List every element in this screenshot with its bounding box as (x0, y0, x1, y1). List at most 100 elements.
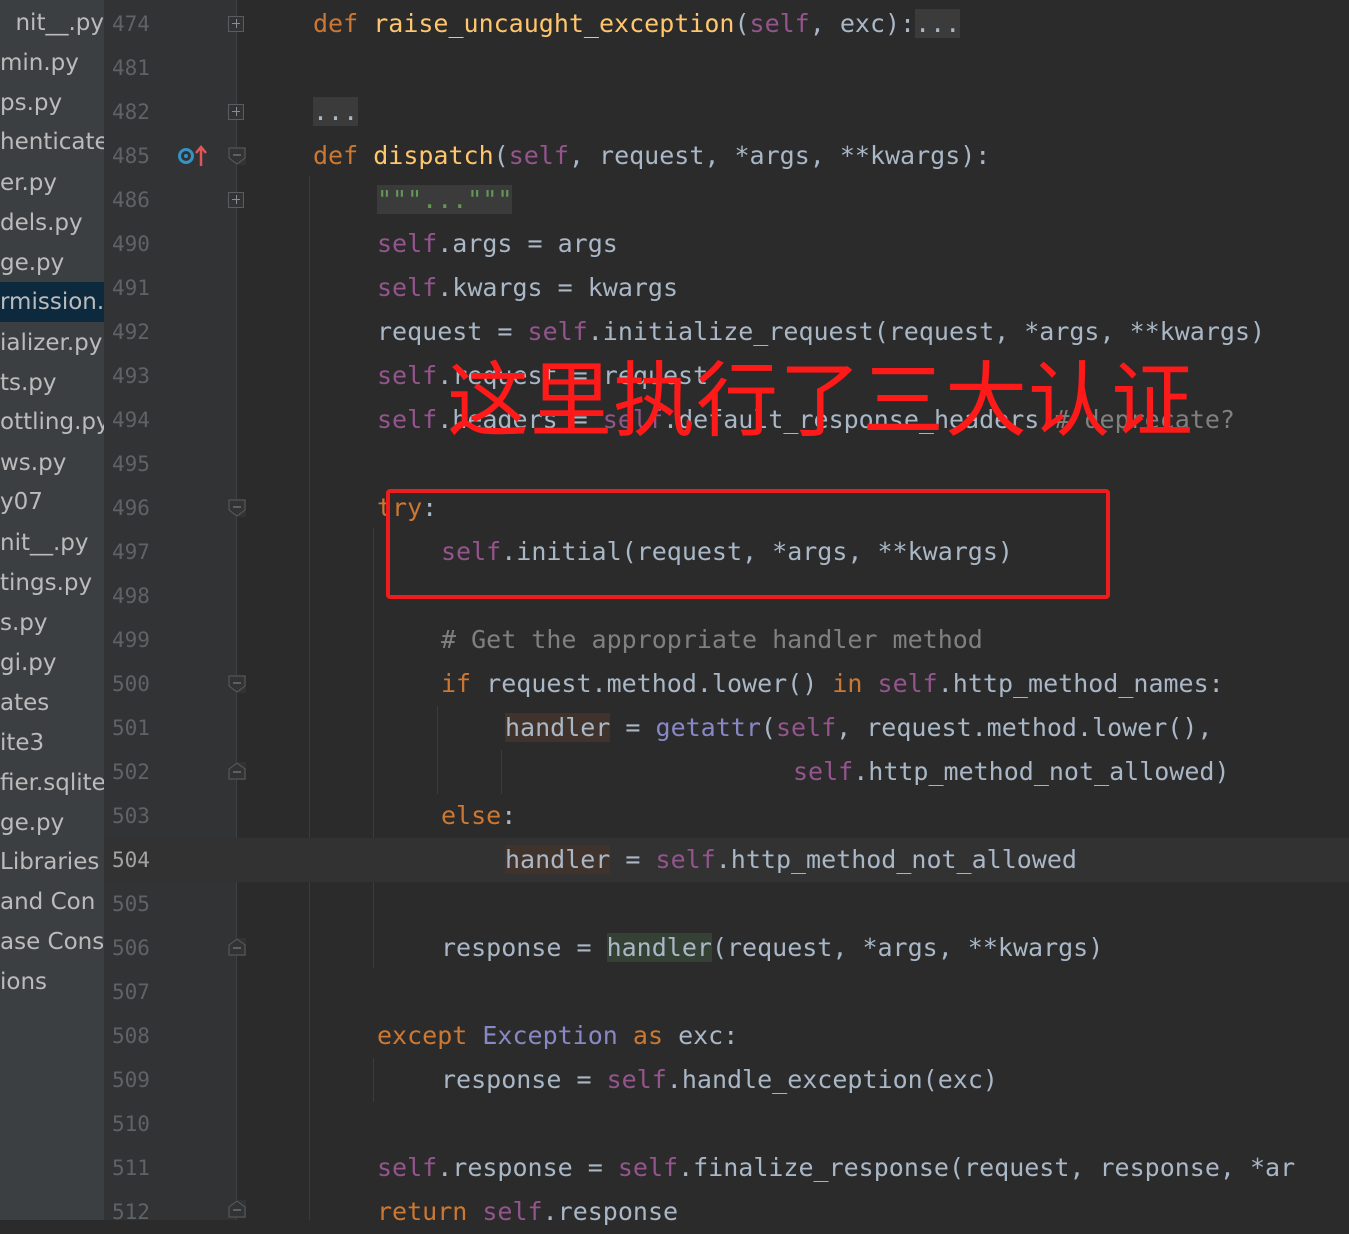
file-item[interactable]: er.py (0, 163, 104, 203)
call-highlight: handler (606, 933, 712, 962)
variable-highlight: handler (505, 845, 611, 874)
comment: # Get the appropriate handler method (441, 625, 983, 654)
file-label: ase Consc (0, 929, 104, 955)
code-line[interactable]: if request.method.lower() in self.http_m… (441, 662, 1349, 706)
file-item[interactable]: ts.py (0, 363, 104, 403)
file-label: and Con (0, 889, 96, 915)
file-item[interactable]: ottling.py (0, 402, 104, 442)
keyword: def (313, 141, 359, 170)
builtin: getattr (655, 713, 761, 742)
code-line[interactable]: return self.response (377, 1190, 1349, 1234)
file-item[interactable]: min.py (0, 43, 104, 83)
line-number: 494 (112, 408, 150, 432)
code-text: .handle_exception(exc) (666, 1065, 998, 1094)
self-ref: self (617, 1153, 679, 1182)
code-line[interactable]: response = handler(request, *args, **kwa… (441, 926, 1349, 970)
file-label: er.py (0, 170, 58, 196)
file-item[interactable]: ge.py (0, 243, 104, 283)
folded-region[interactable]: ... (915, 9, 961, 38)
file-item[interactable]: and Con (0, 882, 104, 922)
keyword: in (832, 669, 863, 698)
file-item[interactable]: ase Consc (0, 922, 104, 962)
file-item[interactable]: nit__.py (0, 3, 104, 43)
keyword: except (377, 1021, 468, 1050)
line-number: 491 (112, 276, 150, 300)
annotation-text: 这里执行了三大认证 (447, 354, 1195, 449)
file-item[interactable]: s.py (0, 603, 104, 643)
file-label: henticate (0, 129, 104, 155)
line-number: 502 (112, 760, 150, 784)
line-number: 501 (112, 716, 150, 740)
file-label: nit__.py (0, 530, 89, 556)
self-ref: self (655, 845, 716, 874)
code-line-current[interactable]: handler = self.http_method_not_allowed (237, 838, 1349, 882)
code-line[interactable]: # Get the appropriate handler method (441, 618, 1349, 662)
code-line[interactable]: self.response = self.finalize_response(r… (377, 1146, 1349, 1190)
file-label: ions (0, 969, 48, 995)
code-line[interactable]: self.http_method_not_allowed) (793, 750, 1349, 794)
code-line[interactable]: self.kwargs = kwargs (377, 266, 1349, 310)
line-number: 503 (112, 804, 150, 828)
file-item[interactable]: y07 (0, 482, 104, 522)
code-text: .finalize_response(request, response, *a… (678, 1153, 1296, 1182)
file-label: min.py (0, 50, 79, 76)
file-item[interactable]: ions (0, 962, 104, 1002)
paren: ( (493, 141, 509, 170)
file-item[interactable]: gi.py (0, 643, 104, 683)
file-item-selected[interactable]: rmission.p (0, 282, 104, 322)
code-line[interactable]: handler = getattr(self, request.method.l… (505, 706, 1349, 750)
code-line[interactable]: self.args = args (377, 222, 1349, 266)
self-ref: self (377, 405, 438, 434)
indent-guide (373, 528, 374, 968)
code-line[interactable]: def dispatch(self, request, *args, **kwa… (313, 134, 1349, 178)
folded-docstring[interactable]: """...""" (377, 185, 513, 214)
code-text: response = (441, 933, 607, 962)
line-number: 495 (112, 452, 150, 476)
code-line[interactable]: response = self.handle_exception(exc) (441, 1058, 1349, 1102)
file-item[interactable]: ite3 (0, 723, 104, 763)
code-line[interactable]: else: (441, 794, 1349, 838)
file-label: nit__.py (15, 10, 104, 36)
overrides-method-icon[interactable] (178, 144, 210, 168)
self-ref: self (793, 757, 854, 786)
self-ref: self (377, 273, 438, 302)
file-item[interactable]: tings.py (0, 563, 104, 603)
code-text: .initialize_request(request, *args, **kw… (587, 317, 1266, 346)
code-editor[interactable]: def raise_uncaught_exception(self, exc):… (237, 0, 1349, 1226)
code-text: .http_method_not_allowed (715, 845, 1077, 874)
file-item[interactable]: fier.sqlite (0, 763, 104, 803)
code-line[interactable]: def raise_uncaught_exception(self, exc):… (313, 2, 1349, 46)
file-item[interactable]: ws.py (0, 443, 104, 483)
code-line[interactable]: """...""" (377, 178, 1349, 222)
file-item[interactable]: dels.py (0, 203, 104, 243)
file-item[interactable]: ializer.py (0, 323, 104, 363)
line-number: 496 (112, 496, 150, 520)
file-item[interactable]: henticate (0, 122, 104, 162)
file-label: dels.py (0, 210, 83, 236)
code-line[interactable]: ... (313, 90, 1349, 134)
line-number: 512 (112, 1200, 150, 1224)
folded-region[interactable]: ... (313, 97, 359, 126)
line-number: 482 (112, 100, 150, 124)
code-line[interactable]: except Exception as exc: (377, 1014, 1349, 1058)
line-number: 508 (112, 1024, 150, 1048)
file-item[interactable]: nit__.py (0, 523, 104, 563)
code-line[interactable]: request = self.initialize_request(reques… (377, 310, 1349, 354)
file-item[interactable]: Libraries (0, 842, 104, 882)
line-number: 485 (112, 144, 150, 168)
code-text: (request, *args, **kwargs) (711, 933, 1104, 962)
keyword: return (377, 1197, 468, 1226)
self-ref: self (482, 1197, 543, 1226)
file-item[interactable]: ps.py (0, 83, 104, 123)
file-item[interactable]: ge.py (0, 803, 104, 843)
file-label: tings.py (0, 570, 93, 596)
code-text: : (501, 801, 517, 830)
file-item[interactable]: ates (0, 683, 104, 723)
keyword: else (441, 801, 502, 830)
line-number: 509 (112, 1068, 150, 1092)
self-ref: self (775, 713, 837, 742)
function-name: raise_uncaught_exception (373, 9, 735, 38)
line-number: 505 (112, 892, 150, 916)
code-text: .http_method_not_allowed) (853, 757, 1230, 786)
